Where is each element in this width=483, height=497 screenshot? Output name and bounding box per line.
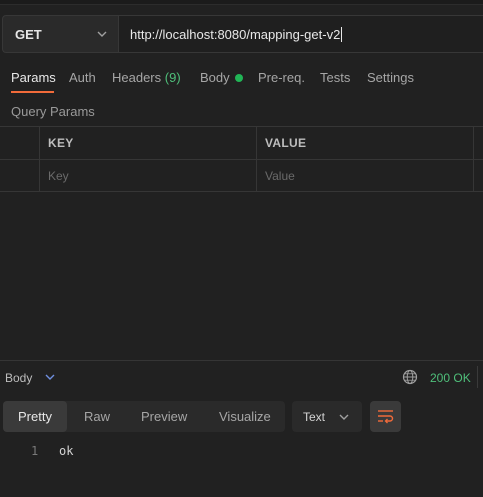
status-badge[interactable]: 200 OK bbox=[430, 371, 471, 385]
response-view-tabs: Pretty Raw Preview Visualize bbox=[3, 401, 285, 432]
active-tab-indicator bbox=[11, 91, 54, 93]
format-label: Text bbox=[303, 410, 326, 424]
text-caret bbox=[341, 27, 343, 42]
response-divider[interactable] bbox=[0, 360, 483, 361]
view-visualize-button[interactable]: Visualize bbox=[219, 401, 271, 432]
globe-icon[interactable] bbox=[402, 369, 418, 385]
view-raw-button[interactable]: Raw bbox=[84, 401, 110, 432]
tab-auth[interactable]: Auth bbox=[69, 70, 96, 85]
key-column-header: KEY bbox=[40, 127, 257, 159]
extra-cell bbox=[474, 160, 483, 191]
url-input[interactable]: http://localhost:8080/mapping-get-v2 bbox=[118, 15, 483, 53]
response-body-line: ok bbox=[59, 444, 74, 458]
format-select[interactable]: Text bbox=[292, 401, 362, 432]
tab-headers[interactable]: Headers (9) bbox=[112, 70, 181, 85]
status-divider bbox=[477, 366, 478, 388]
request-tabs: Params Auth Headers (9) Body Pre-req. Te… bbox=[0, 62, 483, 92]
line-number: 1 bbox=[31, 444, 39, 458]
url-text: http://localhost:8080/mapping-get-v2 bbox=[130, 27, 341, 42]
table-header-row: KEY VALUE bbox=[0, 126, 483, 159]
response-body-label[interactable]: Body bbox=[5, 371, 32, 385]
row-checkbox-cell bbox=[0, 160, 40, 191]
wrap-lines-button[interactable] bbox=[370, 401, 401, 432]
value-column-header: VALUE bbox=[257, 127, 474, 159]
headers-count: (9) bbox=[164, 70, 181, 85]
method-select[interactable]: GET bbox=[2, 15, 118, 53]
tab-params[interactable]: Params bbox=[11, 70, 56, 85]
query-params-title: Query Params bbox=[11, 104, 95, 119]
table-row: Key Value bbox=[0, 159, 483, 192]
chevron-down-icon[interactable] bbox=[44, 371, 56, 383]
tab-settings[interactable]: Settings bbox=[367, 70, 414, 85]
view-pretty-button[interactable]: Pretty bbox=[3, 401, 67, 432]
chevron-down-icon bbox=[339, 414, 349, 420]
key-input[interactable]: Key bbox=[40, 160, 257, 191]
top-divider bbox=[0, 0, 483, 5]
tab-body[interactable]: Body bbox=[200, 70, 243, 85]
method-label: GET bbox=[15, 27, 42, 42]
body-indicator-dot bbox=[234, 74, 243, 82]
tab-pre-request[interactable]: Pre-req. bbox=[258, 70, 305, 85]
query-params-table: KEY VALUE Key Value bbox=[0, 126, 483, 192]
tab-tests[interactable]: Tests bbox=[320, 70, 350, 85]
view-preview-button[interactable]: Preview bbox=[141, 401, 187, 432]
value-input[interactable]: Value bbox=[257, 160, 474, 191]
wrap-lines-icon bbox=[378, 410, 394, 424]
checkbox-column-header bbox=[0, 127, 40, 159]
chevron-down-icon bbox=[97, 31, 107, 37]
extra-column-header bbox=[474, 127, 483, 159]
